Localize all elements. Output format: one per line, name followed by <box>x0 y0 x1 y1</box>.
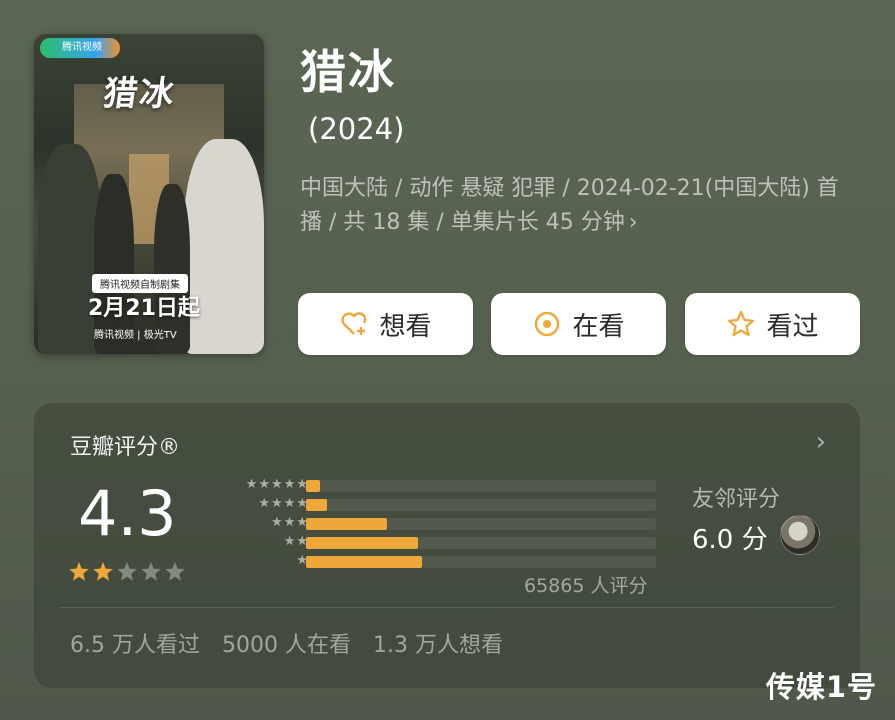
dist-row: ★ ★ ★ <box>212 515 672 531</box>
poster-platforms: 腾讯视频 | 极光TV <box>94 330 177 341</box>
small-star-icon: ★ <box>245 477 258 492</box>
star-empty-icon <box>141 562 161 581</box>
small-star-icon: ★ <box>283 496 296 511</box>
dist-bar <box>306 499 327 511</box>
small-star-icon: ★ <box>258 496 271 511</box>
platform-badge: 腾讯视频 <box>40 38 120 58</box>
dist-bar <box>306 537 418 549</box>
small-star-icon: ★ <box>283 534 296 549</box>
dist-track <box>306 518 656 530</box>
dist-row: ★ ★ <box>212 534 672 550</box>
star-filled-icon <box>69 562 89 581</box>
star-empty-icon <box>165 562 185 581</box>
dist-bar <box>306 556 422 568</box>
stat-watching: 5000 人在看 <box>221 633 351 658</box>
dist-star-label: ★ ★ ★ ★ ★ <box>246 477 308 493</box>
rating-title: 豆瓣评分® <box>70 435 181 460</box>
stat-watched: 6.5 万人看过 <box>70 633 200 658</box>
rating-score: 4.3 <box>78 477 177 550</box>
rating-count: 65865 人评分 <box>524 575 648 597</box>
poster-image[interactable]: 腾讯视频 猎冰 腾讯视频自制剧集 2月21日起 腾讯视频 | 极光TV <box>34 34 264 354</box>
watched-label: 看过 <box>766 311 819 342</box>
poster-figure <box>38 144 102 354</box>
target-icon <box>532 309 562 339</box>
small-star-icon: ★ <box>271 477 283 492</box>
star-filled-icon <box>93 562 113 581</box>
small-star-icon: ★ <box>271 515 283 530</box>
divider <box>60 607 834 608</box>
dist-bar <box>306 518 387 530</box>
want-button[interactable]: 想看 <box>298 293 473 355</box>
friend-rating-score: 6.0 分 <box>692 525 768 555</box>
dist-row: ★ ★ ★ ★ ★ <box>212 477 672 493</box>
want-label: 想看 <box>379 311 432 342</box>
friend-rating-label: 友邻评分 <box>692 487 781 512</box>
meta-info[interactable]: 中国大陆 / 动作 悬疑 犯罪 / 2024-02-21(中国大陆) 首播 / … <box>300 172 860 240</box>
rating-stars <box>68 561 186 583</box>
dist-row: ★ <box>212 553 672 569</box>
page-title: 猎冰 <box>300 45 396 99</box>
release-year: (2024) <box>308 112 405 146</box>
watched-button[interactable]: 看过 <box>685 293 860 355</box>
watching-label: 在看 <box>572 311 625 342</box>
star-empty-icon <box>117 562 137 581</box>
chevron-right-icon: › <box>628 210 638 235</box>
dist-star-label: ★ ★ ★ ★ <box>258 496 308 512</box>
avatar[interactable] <box>780 515 820 555</box>
watermark: 传媒1号 <box>765 670 877 704</box>
heart-plus-icon <box>339 309 369 339</box>
dist-bar <box>306 480 320 492</box>
dist-star-label: ★ ★ <box>284 534 308 550</box>
poster-title: 猎冰 <box>100 74 179 114</box>
small-star-icon: ★ <box>283 515 296 530</box>
small-star-icon: ★ <box>283 477 296 492</box>
dist-row: ★ ★ ★ ★ <box>212 496 672 512</box>
dist-track <box>306 556 656 568</box>
star-outline-icon <box>726 309 756 339</box>
small-star-icon: ★ <box>271 496 283 511</box>
rating-card[interactable]: 豆瓣评分® › 4.3 ★ ★ ★ ★ ★ ★ ★ ★ ★ ★ ★ ★ ★ ★ ★ 65865 人评分 友邻… <box>34 403 860 688</box>
stat-want: 1.3 万人想看 <box>372 633 503 658</box>
small-star-icon: ★ <box>258 477 271 492</box>
poster-date: 2月21日起 <box>88 296 200 321</box>
chevron-right-icon[interactable]: › <box>816 427 826 457</box>
dist-track <box>306 480 656 492</box>
meta-text: 中国大陆 / 动作 悬疑 犯罪 / 2024-02-21(中国大陆) 首播 / … <box>300 176 839 235</box>
dist-track <box>306 537 656 549</box>
watching-button[interactable]: 在看 <box>491 293 666 355</box>
watch-stats: 6.5 万人看过 5000 人在看 1.3 万人想看 <box>70 627 503 659</box>
dist-star-label: ★ ★ ★ <box>271 515 308 531</box>
dist-track <box>306 499 656 511</box>
